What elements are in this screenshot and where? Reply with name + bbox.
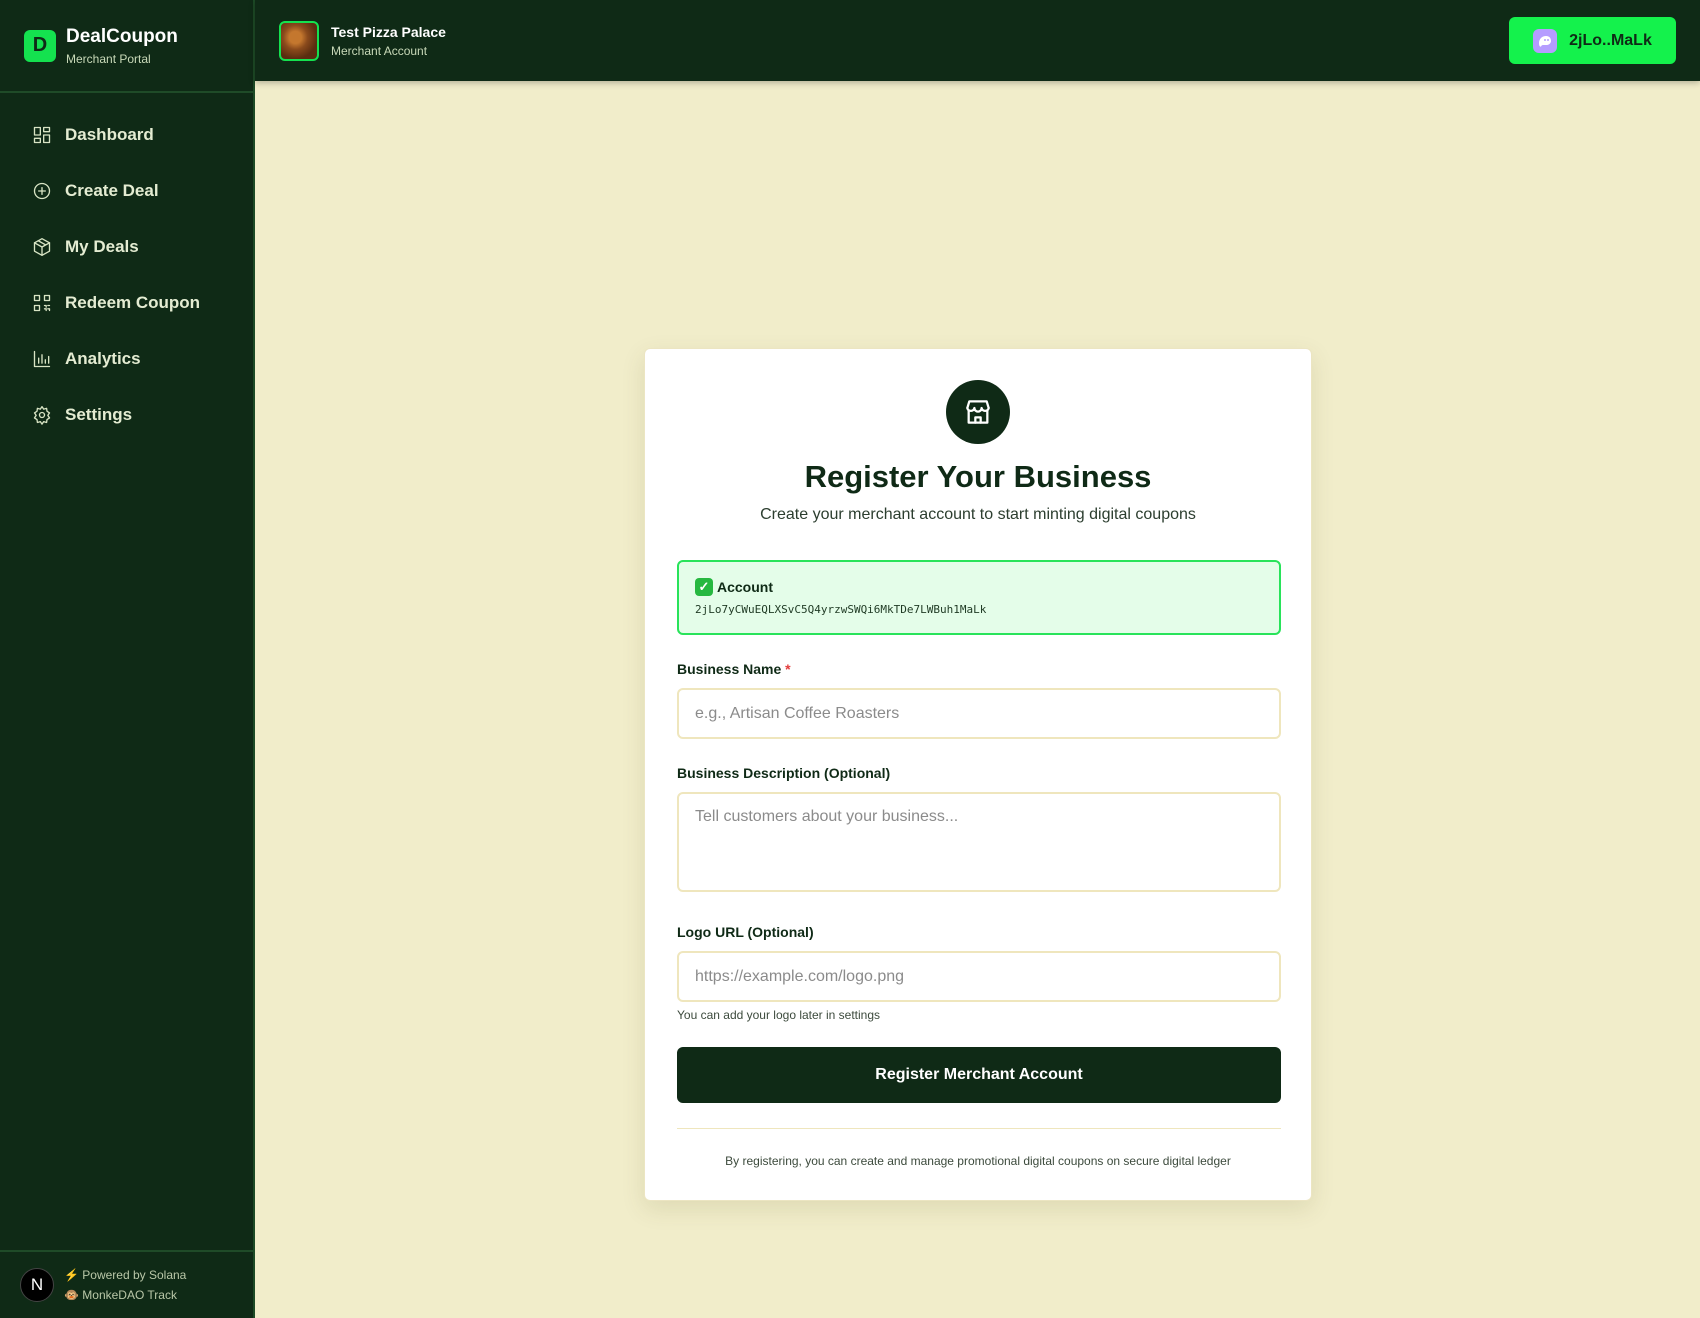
sidebar-item-redeem-coupon[interactable]: Redeem Coupon: [10, 281, 243, 325]
sidebar-footer: N ⚡ Powered by Solana 🐵 MonkeDAO Track: [0, 1250, 253, 1318]
wallet-button[interactable]: 2jLo..MaLk: [1509, 17, 1676, 64]
logo-url-input[interactable]: [677, 951, 1281, 1002]
sidebar: D DealCoupon Merchant Portal Dashboard C…: [0, 0, 255, 1318]
sidebar-nav: Dashboard Create Deal My Deals Redeem Co…: [0, 93, 253, 437]
sidebar-item-create-deal[interactable]: Create Deal: [10, 169, 243, 213]
brand-logo: D: [24, 29, 56, 62]
sidebar-item-my-deals[interactable]: My Deals: [10, 225, 243, 269]
plus-circle-icon: [33, 182, 51, 200]
registration-footnote: By registering, you can create and manag…: [725, 1154, 1231, 1168]
bar-chart-icon: [33, 350, 51, 368]
powered-by-text: ⚡ Powered by Solana: [64, 1268, 187, 1282]
required-marker: *: [785, 661, 791, 677]
box-icon: [33, 238, 51, 256]
sidebar-item-settings[interactable]: Settings: [10, 393, 243, 437]
sidebar-item-dashboard[interactable]: Dashboard: [10, 113, 243, 157]
sidebar-item-label: My Deals: [65, 237, 139, 256]
sidebar-item-label: Analytics: [65, 349, 141, 368]
sidebar-item-label: Dashboard: [65, 125, 154, 144]
description-label: Business Description (Optional): [677, 765, 891, 781]
business-name-input[interactable]: [677, 688, 1281, 739]
store-name: Test Pizza Palace: [331, 23, 446, 40]
track-text: 🐵 MonkeDAO Track: [64, 1288, 177, 1302]
qr-code-icon: [33, 294, 51, 312]
avatar[interactable]: N: [20, 1268, 54, 1302]
gear-icon: [33, 406, 51, 425]
divider: [677, 1128, 1281, 1129]
sidebar-item-label: Settings: [65, 405, 133, 424]
store-subtitle: Merchant Account: [331, 43, 428, 58]
register-merchant-button[interactable]: Register Merchant Account: [677, 1047, 1281, 1103]
sidebar-item-analytics[interactable]: Analytics: [10, 337, 243, 381]
business-name-label: Business Name *: [677, 661, 791, 677]
account-label: Account: [717, 579, 773, 595]
account-status: ✓ Account 2jLo7yCWuEQLXSvC5Q4yrzwSWQi6Mk…: [677, 560, 1281, 635]
business-description-input[interactable]: [677, 792, 1281, 892]
logo-hint: You can add your logo later in settings: [677, 1008, 881, 1022]
top-bar: Test Pizza Palace Merchant Account 2jLo.…: [255, 0, 1700, 81]
page-title: Register Your Business: [804, 459, 1152, 494]
brand-subtitle: Merchant Portal: [66, 51, 151, 66]
brand-title: DealCoupon: [66, 25, 178, 47]
business-name-label-text: Business Name: [677, 661, 782, 677]
sidebar-item-label: Redeem Coupon: [65, 293, 201, 312]
brand[interactable]: D DealCoupon Merchant Portal: [0, 0, 253, 93]
check-icon: ✓: [695, 578, 713, 596]
wallet-address-label: 2jLo..MaLk: [1569, 31, 1652, 49]
wallet-icon: [1533, 28, 1558, 53]
account-address: 2jLo7yCWuEQLXSvC5Q4yrzwSWQi6MkTDe7LWBuh1…: [695, 603, 987, 616]
store-avatar: [279, 20, 319, 61]
logo-url-label: Logo URL (Optional): [677, 924, 814, 940]
store-icon: [946, 380, 1010, 444]
dashboard-icon: [33, 126, 51, 144]
register-card: Register Your Business Create your merch…: [644, 348, 1312, 1201]
page-subtitle: Create your merchant account to start mi…: [760, 506, 1196, 523]
sidebar-item-label: Create Deal: [65, 181, 159, 200]
